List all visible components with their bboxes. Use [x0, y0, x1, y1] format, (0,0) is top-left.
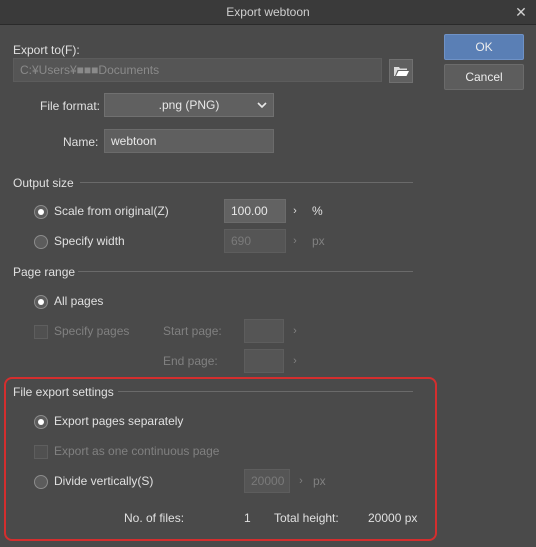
title-bar: Export webtoon ✕ — [0, 0, 536, 25]
file-count-value: 1 — [244, 511, 251, 525]
scale-radio[interactable] — [34, 205, 48, 219]
file-format-value: .png (PNG) — [158, 98, 220, 112]
file-count-label: No. of files: — [124, 511, 185, 525]
name-input[interactable]: webtoon — [104, 129, 274, 153]
export-separately-label: Export pages separately — [54, 414, 184, 428]
dialog-body: Export to(F): C:¥Users¥■■■Documents File… — [0, 25, 536, 547]
divide-vertically-label: Divide vertically(S) — [54, 474, 154, 488]
chevron-down-icon — [255, 94, 269, 116]
width-unit: px — [312, 234, 325, 248]
total-height-label: Total height: — [274, 511, 339, 525]
divide-unit: px — [313, 474, 326, 488]
width-input[interactable]: 690 — [224, 229, 286, 253]
browse-folder-button[interactable] — [389, 59, 413, 83]
start-page-input[interactable] — [244, 319, 284, 343]
end-page-input[interactable] — [244, 349, 284, 373]
file-format-label: File format: — [40, 99, 101, 113]
all-pages-radio[interactable] — [34, 295, 48, 309]
scale-arrow-icon[interactable]: › — [289, 199, 301, 223]
total-height-value: 20000 px — [368, 511, 418, 525]
scale-unit: % — [312, 204, 323, 218]
continuous-page-label: Export as one continuous page — [54, 444, 220, 458]
divide-arrow-icon: › — [299, 475, 303, 487]
page-range-heading: Page range — [13, 265, 76, 279]
width-label: Specify width — [54, 234, 125, 248]
divide-height-input[interactable]: 20000 — [244, 469, 290, 493]
scale-label: Scale from original(Z) — [54, 204, 169, 218]
specify-pages-checkbox[interactable] — [34, 325, 48, 339]
window-title: Export webtoon — [226, 5, 310, 19]
export-separately-radio[interactable] — [34, 415, 48, 429]
start-page-arrow-icon: › — [293, 325, 297, 337]
cancel-button[interactable]: Cancel — [444, 64, 524, 90]
divide-vertically-radio[interactable] — [34, 475, 48, 489]
all-pages-label: All pages — [54, 294, 104, 308]
width-radio[interactable] — [34, 235, 48, 249]
folder-open-icon — [394, 67, 409, 76]
end-page-arrow-icon: › — [293, 355, 297, 367]
page-range-divider — [78, 271, 413, 272]
output-size-heading: Output size — [13, 176, 74, 190]
output-size-divider — [80, 182, 413, 183]
specify-pages-label: Specify pages — [54, 324, 130, 338]
start-page-label: Start page: — [163, 324, 222, 338]
file-export-divider — [118, 391, 413, 392]
file-export-heading: File export settings — [13, 385, 114, 399]
file-format-select[interactable]: .png (PNG) — [104, 93, 274, 117]
name-label: Name: — [63, 135, 99, 149]
width-arrow-icon: › — [293, 235, 297, 247]
scale-input[interactable]: 100.00 — [224, 199, 286, 223]
ok-button[interactable]: OK — [444, 34, 524, 60]
close-icon[interactable]: ✕ — [512, 3, 530, 21]
continuous-page-checkbox[interactable] — [34, 445, 48, 459]
end-page-label: End page: — [163, 354, 218, 368]
export-to-label: Export to(F): — [13, 43, 80, 57]
export-path-field[interactable]: C:¥Users¥■■■Documents — [13, 58, 382, 82]
